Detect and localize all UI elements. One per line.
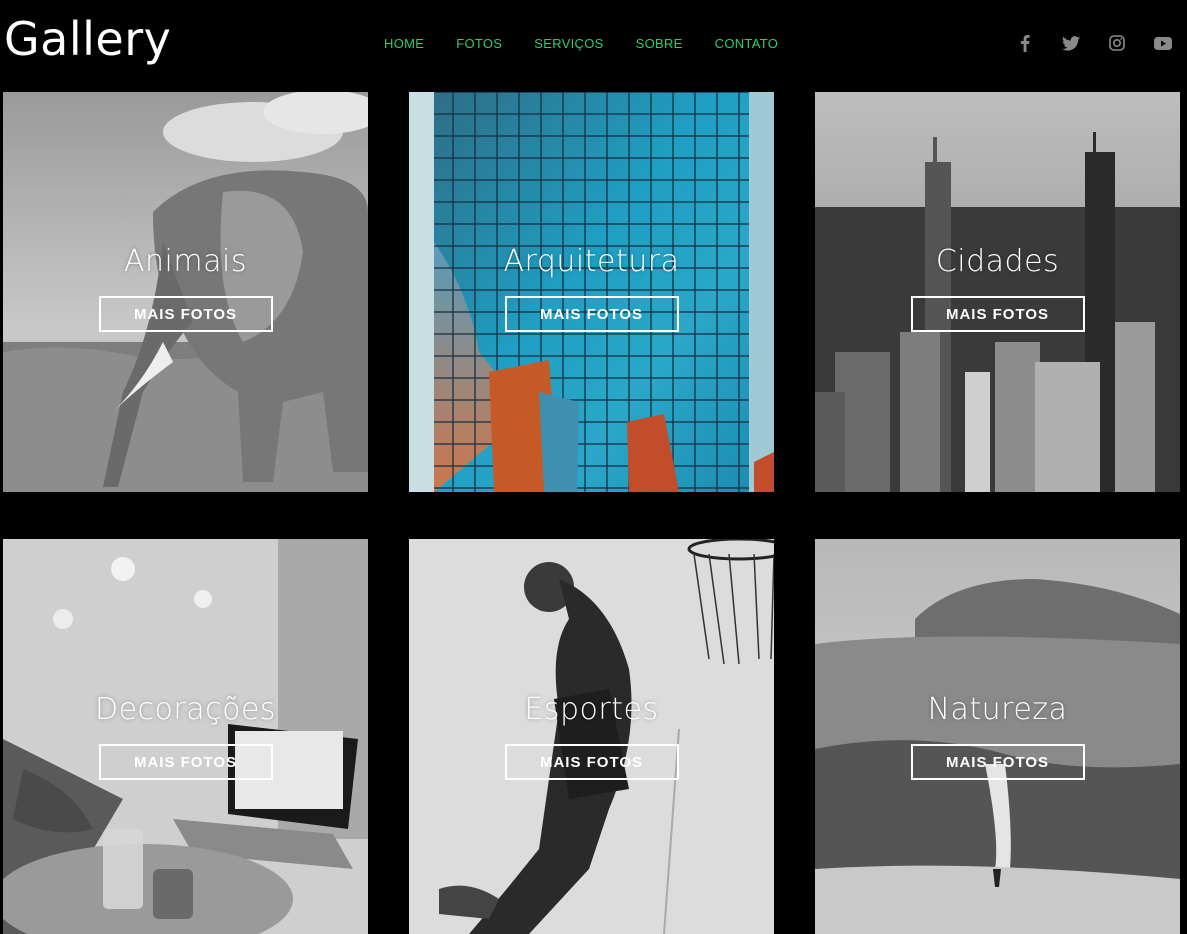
gallery-tile-cidades[interactable]: Cidades MAIS FOTOS: [815, 92, 1180, 492]
nav-sobre[interactable]: SOBRE: [636, 36, 683, 51]
nav-fotos[interactable]: FOTOS: [456, 36, 502, 51]
elephant-photo: [3, 92, 368, 492]
gallery-tile-animais[interactable]: Animais MAIS FOTOS: [3, 92, 368, 492]
tile-title: Decorações: [94, 692, 277, 727]
decor-photo: [3, 539, 368, 934]
more-photos-button[interactable]: MAIS FOTOS: [910, 296, 1085, 332]
gallery-tile-arquitetura[interactable]: Arquitetura MAIS FOTOS: [409, 92, 774, 492]
site-logo[interactable]: Gallery: [4, 12, 171, 66]
nature-photo: [815, 539, 1180, 934]
main-nav: HOME FOTOS SERVIÇOS SOBRE CONTATO: [384, 36, 810, 51]
city-photo: [815, 92, 1180, 492]
tile-title: Cidades: [935, 244, 1060, 279]
gallery-tile-natureza[interactable]: Natureza MAIS FOTOS: [815, 539, 1180, 934]
more-photos-button[interactable]: MAIS FOTOS: [504, 296, 679, 332]
more-photos-button[interactable]: MAIS FOTOS: [98, 296, 273, 332]
nav-home[interactable]: HOME: [384, 36, 424, 51]
more-photos-button[interactable]: MAIS FOTOS: [910, 744, 1085, 780]
gallery-tile-decoracoes[interactable]: Decorações MAIS FOTOS: [3, 539, 368, 934]
twitter-icon[interactable]: [1061, 34, 1081, 52]
tile-title: Animais: [124, 244, 247, 279]
tile-title: Arquitetura: [503, 244, 680, 279]
building-photo: [409, 92, 774, 492]
facebook-icon[interactable]: [1015, 34, 1035, 52]
tile-title: Esportes: [524, 692, 659, 727]
youtube-icon[interactable]: [1153, 34, 1173, 52]
basketball-photo: [409, 539, 774, 934]
social-links: [1015, 34, 1173, 52]
instagram-icon[interactable]: [1107, 34, 1127, 52]
tile-title: Natureza: [927, 692, 1068, 727]
more-photos-button[interactable]: MAIS FOTOS: [98, 744, 273, 780]
more-photos-button[interactable]: MAIS FOTOS: [504, 744, 679, 780]
nav-contato[interactable]: CONTATO: [715, 36, 779, 51]
nav-servicos[interactable]: SERVIÇOS: [534, 36, 603, 51]
gallery-tile-esportes[interactable]: Esportes MAIS FOTOS: [409, 539, 774, 934]
